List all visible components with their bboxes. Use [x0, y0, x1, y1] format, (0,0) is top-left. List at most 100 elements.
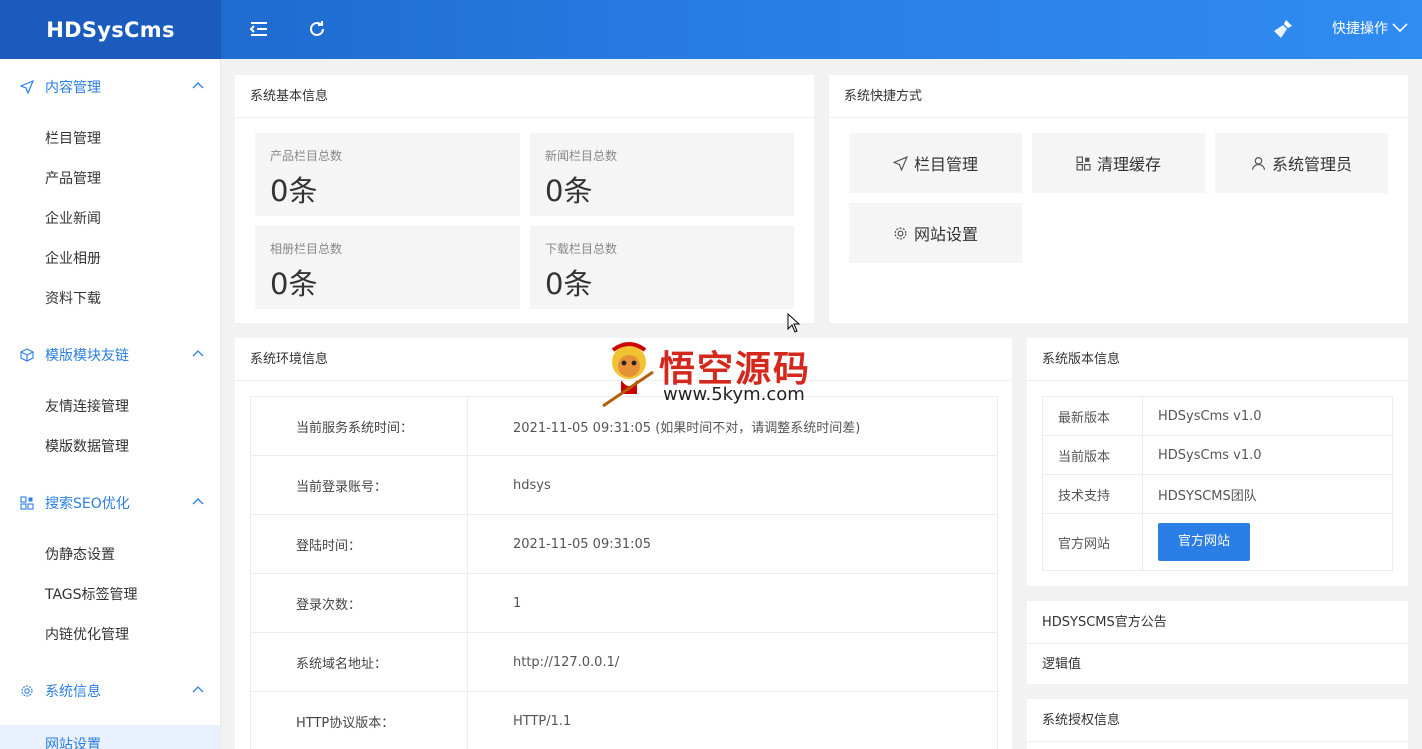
sidebar-group-content[interactable]: 内容管理 [0, 59, 220, 115]
announcement-content: 逻辑值 [1042, 657, 1082, 672]
card-title: HDSYSCMS官方公告 [1027, 601, 1408, 644]
table-row: 最新版本 HDSysCms v1.0 [1042, 396, 1393, 436]
stat-value: 0条 [545, 174, 593, 208]
env-value: 2021-11-05 09:31:05 [467, 514, 998, 574]
mouse-cursor-icon [787, 313, 801, 333]
top-bar: HDSysCms 快捷操作 [0, 0, 1422, 59]
official-site-button[interactable]: 官方网站 [1158, 523, 1251, 561]
shortcut-label: 系统管理员 [1271, 155, 1352, 174]
sidebar-item-download[interactable]: 资料下载 [0, 279, 220, 319]
shortcut-label: 栏目管理 [913, 155, 978, 174]
env-key: 当前登录账号： [250, 455, 468, 515]
shortcuts-card: 系统快捷方式 栏目管理 清理缓存 系统管理员 网站设置 [829, 75, 1408, 323]
stat-label: 相册栏目总数 [270, 242, 343, 256]
card-title: 系统基本信息 [235, 75, 814, 118]
menu-toggle-button[interactable] [247, 17, 271, 41]
sidebar-group-label: 搜索SEO优化 [45, 496, 130, 512]
watermark: 悟空源码 www.5kym.com [597, 338, 827, 412]
shortcut-site-settings-button[interactable]: 网站设置 [849, 203, 1022, 263]
shortcut-column-button[interactable]: 栏目管理 [849, 133, 1022, 193]
chevron-up-icon [192, 498, 204, 505]
sidebar-group-label: 模版模块友链 [45, 348, 129, 364]
card-title: 系统快捷方式 [829, 75, 1408, 118]
version-key: 技术支持 [1042, 474, 1143, 514]
stat-label: 产品栏目总数 [270, 149, 343, 163]
env-key: 系统域名地址： [250, 632, 468, 692]
env-key: 当前服务系统时间： [250, 396, 468, 456]
sidebar-group-seo[interactable]: 搜索SEO优化 [0, 475, 220, 531]
chevron-down-icon [1392, 23, 1408, 33]
version-info-card: 系统版本信息 最新版本 HDSysCms v1.0 当前版本 HDSysCms v1… [1027, 338, 1408, 586]
version-key: 当前版本 [1042, 435, 1143, 475]
refresh-icon [310, 21, 324, 36]
table-row: 当前登录账号： hdsys [250, 455, 998, 515]
quick-ops-menu[interactable]: 快捷操作 [1332, 18, 1408, 38]
chevron-up-icon [192, 82, 204, 89]
sidebar-item-internal-links[interactable]: 内链优化管理 [0, 615, 220, 655]
stat-product: 产品栏目总数 0条 [255, 133, 520, 216]
gear-icon [19, 683, 35, 699]
cube-icon [19, 347, 35, 363]
gear-icon [894, 227, 907, 239]
env-value: http://127.0.0.1/ [467, 632, 998, 692]
version-key: 官方网站 [1042, 513, 1143, 571]
chevron-up-icon [192, 350, 204, 357]
table-row: 系统域名地址： http://127.0.0.1/ [250, 632, 998, 692]
stat-news: 新闻栏目总数 0条 [530, 133, 794, 216]
app-logo: HDSysCms [0, 0, 221, 59]
table-row: 官方网站 官方网站 [1042, 513, 1393, 571]
shortcut-label: 网站设置 [913, 225, 978, 244]
env-value: HTTP/1.1 [467, 691, 998, 749]
watermark-url: www.5kym.com [663, 384, 805, 405]
env-info-table: 当前服务系统时间： 2021-11-05 09:31:05 (如果时间不对，请调整… [250, 396, 998, 749]
version-value: HDSYSCMS团队 [1142, 474, 1393, 514]
sidebar-item-site-settings[interactable]: 网站设置 [0, 725, 220, 749]
env-key: HTTP协议版本： [250, 691, 468, 749]
stat-label: 新闻栏目总数 [545, 149, 618, 163]
table-row: HTTP协议版本： HTTP/1.1 [250, 691, 998, 749]
table-row: 技术支持 HDSYSCMS团队 [1042, 474, 1393, 514]
table-row: 登录次数： 1 [250, 573, 998, 633]
shortcut-clear-cache-button[interactable]: 清理缓存 [1032, 133, 1205, 193]
sidebar-group-label: 内容管理 [45, 80, 101, 96]
version-value: 官方网站 [1142, 513, 1393, 571]
menu-fold-icon [249, 22, 267, 36]
stat-label: 下载栏目总数 [545, 242, 618, 256]
quick-ops-label: 快捷操作 [1332, 21, 1388, 37]
card-title: 系统版本信息 [1027, 338, 1408, 381]
grid-icon [19, 495, 35, 511]
env-value: 1 [467, 573, 998, 633]
sidebar-item-album[interactable]: 企业相册 [0, 239, 220, 279]
version-key: 最新版本 [1042, 396, 1143, 436]
sidebar-item-news[interactable]: 企业新闻 [0, 199, 220, 239]
stat-album: 相册栏目总数 0条 [255, 226, 520, 309]
refresh-button[interactable] [305, 17, 329, 41]
table-row: 登陆时间： 2021-11-05 09:31:05 [250, 514, 998, 574]
basic-info-card: 系统基本信息 产品栏目总数 0条 新闻栏目总数 0条 相册栏目总数 0条 下载栏… [235, 75, 814, 323]
sidebar-group-template[interactable]: 模版模块友链 [0, 327, 220, 383]
clean-cache-button[interactable] [1270, 16, 1296, 42]
env-key: 登录次数： [250, 573, 468, 633]
sidebar-item-friendlinks[interactable]: 友情连接管理 [0, 387, 220, 427]
table-row: 当前版本 HDSysCms v1.0 [1042, 435, 1393, 475]
announcement-card: HDSYSCMS官方公告 逻辑值 [1027, 601, 1408, 684]
grid-icon [1076, 155, 1091, 171]
sidebar-item-template-data[interactable]: 模版数据管理 [0, 427, 220, 467]
stat-value: 0条 [545, 267, 593, 301]
env-key: 登陆时间： [250, 514, 468, 574]
sidebar-group-system[interactable]: 系统信息 [0, 663, 220, 719]
sidebar-item-tags[interactable]: TAGS标签管理 [0, 575, 220, 615]
monkey-logo-icon [602, 342, 654, 408]
stat-value: 0条 [270, 174, 318, 208]
paper-plane-icon [19, 79, 35, 95]
chevron-up-icon [192, 686, 204, 693]
version-value: HDSysCms v1.0 [1142, 435, 1393, 475]
sidebar-item-rewrite[interactable]: 伪静态设置 [0, 535, 220, 575]
sidebar-group-label: 系统信息 [45, 684, 101, 700]
sidebar-item-product[interactable]: 产品管理 [0, 159, 220, 199]
shortcut-admin-button[interactable]: 系统管理员 [1215, 133, 1388, 193]
sidebar-item-column[interactable]: 栏目管理 [0, 119, 220, 159]
card-title: 系统授权信息 [1027, 699, 1408, 742]
stat-download: 下载栏目总数 0条 [530, 226, 794, 309]
paper-plane-icon [892, 155, 908, 171]
